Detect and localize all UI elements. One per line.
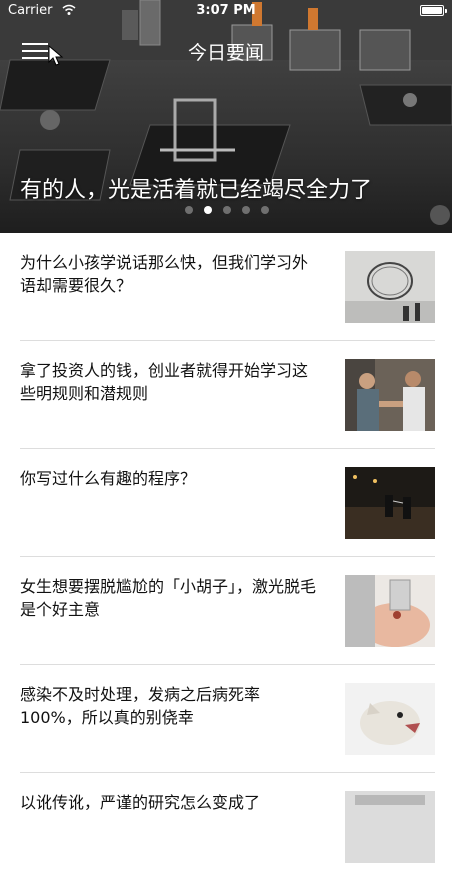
news-item[interactable]: 感染不及时处理，发病之后病死率100%，所以真的别侥幸 — [0, 665, 452, 773]
news-title[interactable]: 感染不及时处理，发病之后病死率100%，所以真的别侥幸 — [20, 683, 320, 729]
status-time: 3:07 PM — [196, 3, 256, 18]
news-list: 为什么小孩学说话那么快，但我们学习外语却需要很久？ 拿了投资人的钱，创业者就得开… — [0, 233, 452, 881]
page-dot[interactable] — [223, 206, 231, 214]
page-dot[interactable] — [242, 206, 250, 214]
page-indicator[interactable] — [185, 206, 269, 214]
coffee-ring-image — [345, 251, 435, 323]
page-dot[interactable] — [185, 206, 193, 214]
news-item[interactable]: 以讹传讹，严谨的研究怎么变成了 — [0, 773, 452, 881]
news-item[interactable]: 拿了投资人的钱，创业者就得开始学习这些明规则和潜规则 — [0, 341, 452, 449]
hero-banner[interactable]: Carrier 3:07 PM 今日要闻 有的人，光是活着就已经竭尽全力了 — [0, 0, 452, 233]
handshake-image — [345, 359, 435, 431]
news-title[interactable]: 你写过什么有趣的程序？ — [20, 467, 320, 490]
fencing-night-image — [345, 467, 435, 539]
laser-treatment-image — [345, 575, 435, 647]
dog-image — [345, 683, 435, 755]
battery-icon — [420, 5, 447, 16]
news-title[interactable]: 女生想要摆脱尴尬的「小胡子」，激光脱毛是个好主意 — [20, 575, 320, 621]
hero-headline[interactable]: 有的人，光是活着就已经竭尽全力了 — [20, 172, 442, 204]
news-item[interactable]: 你写过什么有趣的程序？ — [0, 449, 452, 557]
partial-image — [345, 791, 435, 863]
news-title[interactable]: 为什么小孩学说话那么快，但我们学习外语却需要很久？ — [20, 251, 320, 297]
news-title[interactable]: 拿了投资人的钱，创业者就得开始学习这些明规则和潜规则 — [20, 359, 320, 405]
page-title: 今日要闻 — [187, 42, 264, 64]
news-item[interactable]: 女生想要摆脱尴尬的「小胡子」，激光脱毛是个好主意 — [0, 557, 452, 665]
page-dot[interactable] — [261, 206, 269, 214]
page-dot-active[interactable] — [204, 206, 212, 214]
status-bar: Carrier 3:07 PM — [0, 0, 452, 22]
news-item[interactable]: 为什么小孩学说话那么快，但我们学习外语却需要很久？ — [0, 233, 452, 341]
news-title[interactable]: 以讹传讹，严谨的研究怎么变成了 — [20, 791, 320, 814]
